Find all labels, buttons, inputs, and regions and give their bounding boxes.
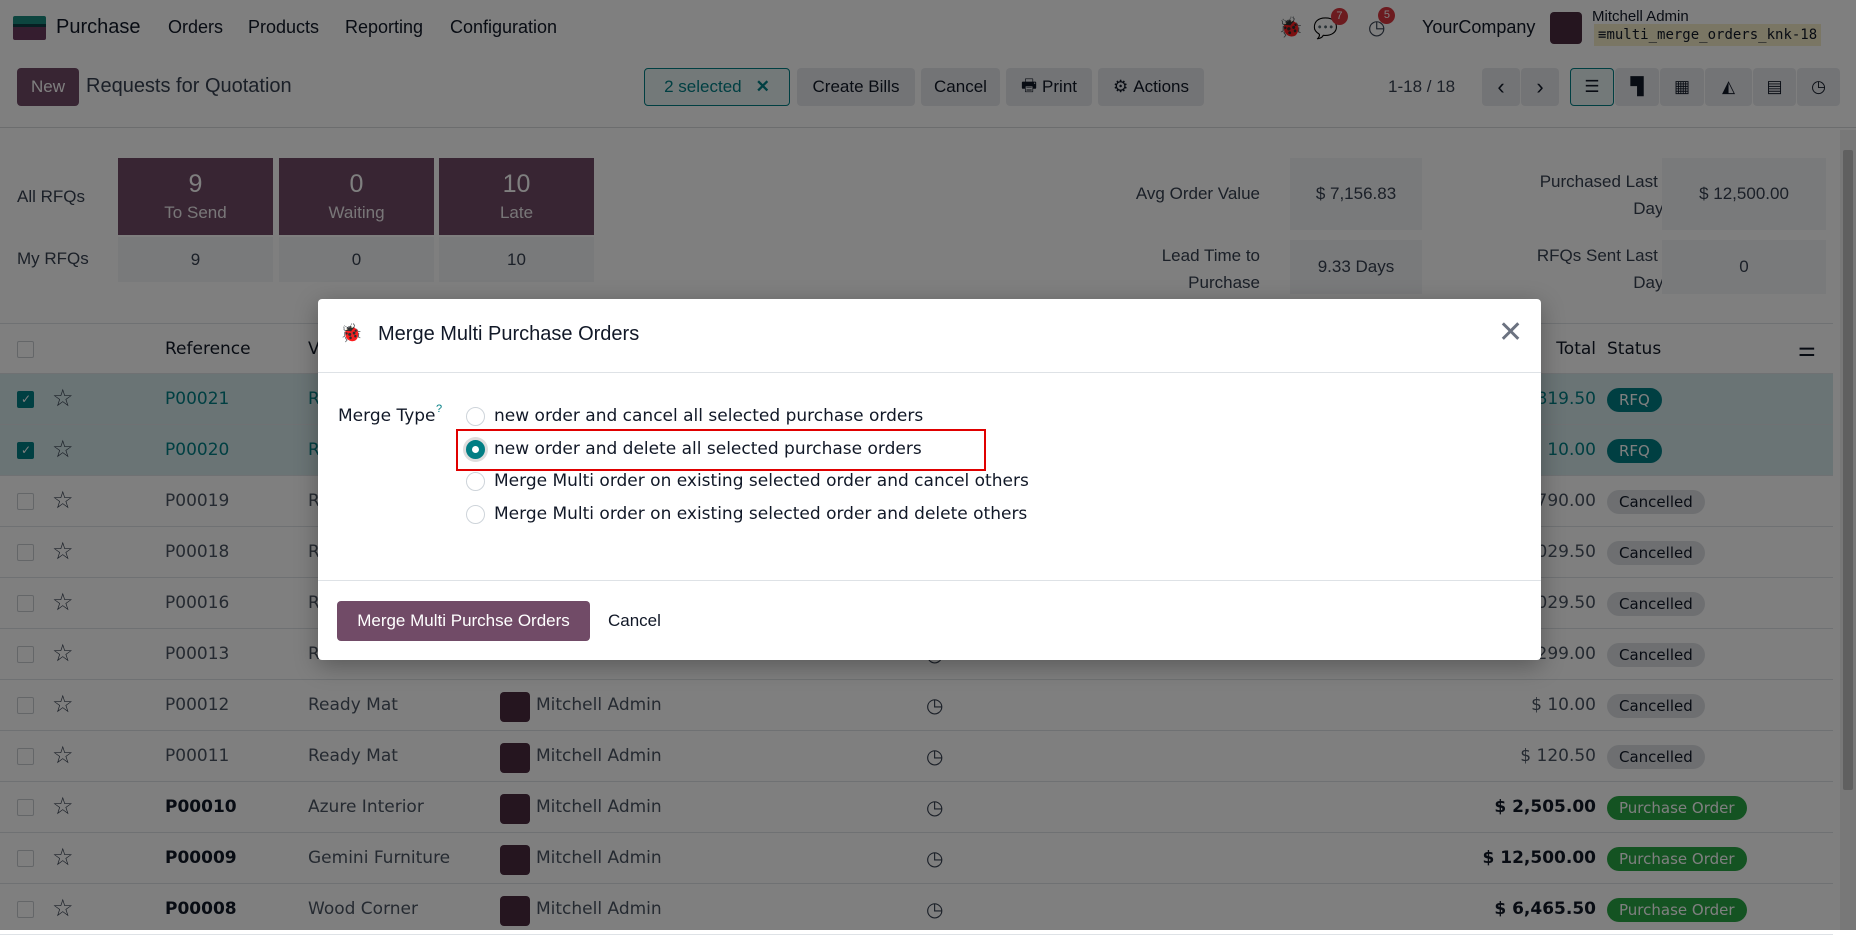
- radio-option-3[interactable]: [466, 472, 485, 491]
- divider: [318, 372, 1541, 373]
- dialog-cancel-button[interactable]: Cancel: [608, 611, 661, 631]
- merge-dialog: 🐞 Merge Multi Purchase Orders ✕ Merge Ty…: [318, 299, 1541, 660]
- help-tooltip-icon[interactable]: ?: [436, 403, 442, 415]
- merge-type-label: Merge Type: [338, 406, 436, 426]
- merge-confirm-button[interactable]: Merge Multi Purchse Orders: [337, 601, 590, 641]
- radio-option-2-selected[interactable]: [466, 440, 485, 459]
- option-label[interactable]: Merge Multi order on existing selected o…: [494, 504, 1027, 524]
- option-label[interactable]: new order and delete all selected purcha…: [494, 439, 922, 459]
- radio-option-4[interactable]: [466, 505, 485, 524]
- divider: [318, 580, 1541, 581]
- option-label[interactable]: Merge Multi order on existing selected o…: [494, 471, 1029, 491]
- dialog-title: Merge Multi Purchase Orders: [378, 323, 640, 345]
- close-icon[interactable]: ✕: [1498, 315, 1523, 350]
- bug-icon: 🐞: [340, 323, 363, 343]
- option-label[interactable]: new order and cancel all selected purcha…: [494, 406, 923, 426]
- radio-option-1[interactable]: [466, 407, 485, 426]
